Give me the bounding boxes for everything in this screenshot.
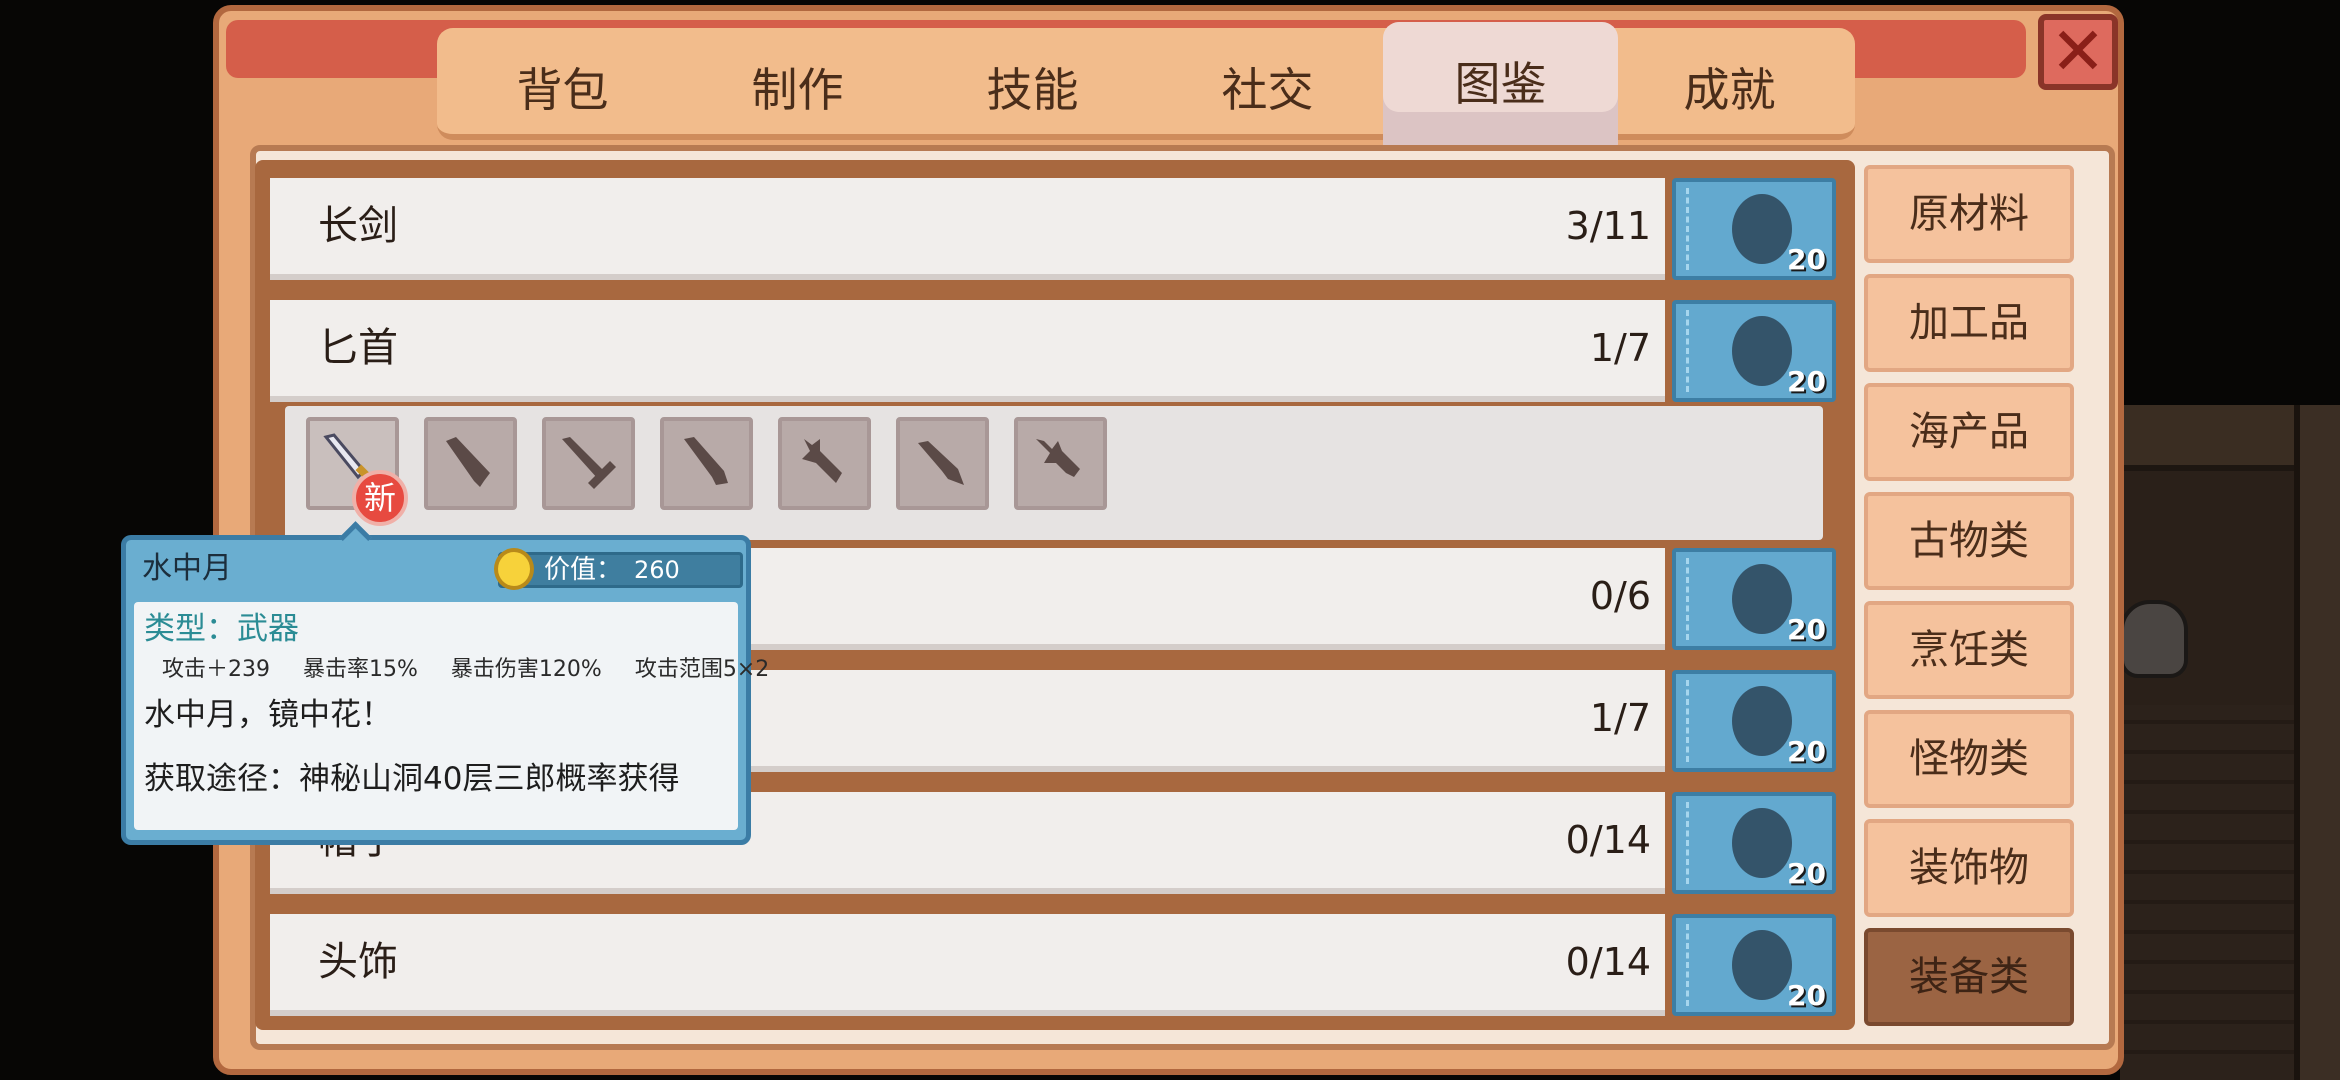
item-value: 260 [634,556,680,584]
background-room [2120,405,2340,1080]
list-item[interactable]: 头饰 0/14 [270,914,1665,1016]
stat-attack-range: 攻击范围5×2 [634,657,770,682]
reward-box[interactable]: 20 [1672,178,1836,280]
item-tooltip: 水中月 价值： 260 类型：武器 攻击＋239 暴击率15% 暴击伤害120%… [121,521,769,845]
category-processed-goods[interactable]: 加工品 [1864,274,2074,372]
category-monsters[interactable]: 怪物类 [1864,710,2074,808]
row-count: 1/7 [1589,696,1651,740]
egg-icon [1732,808,1792,878]
value-label: 价值： [544,555,623,585]
egg-icon [1732,930,1792,1000]
list-item[interactable]: 长剑 3/11 [270,178,1665,280]
row-count: 1/7 [1589,326,1651,370]
dagger-silhouette-icon [917,440,964,485]
row-count: 0/14 [1565,940,1651,984]
row-label: 头饰 [318,939,398,985]
category-raw-materials[interactable]: 原材料 [1864,165,2074,263]
item-slot[interactable] [1014,417,1107,510]
reward-box[interactable]: 20 [1672,548,1836,650]
reward-count: 20 [1787,243,1826,276]
egg-icon [1732,564,1792,634]
stat-crit-damage: 暴击伤害120% [450,657,602,682]
category-antiques[interactable]: 古物类 [1864,492,2074,590]
egg-icon [1732,316,1792,386]
tooltip-body: 类型：武器 攻击＋239 暴击率15% 暴击伤害120% 攻击范围5×2 水中月… [134,602,769,830]
item-slot[interactable] [542,417,635,510]
egg-icon [1732,686,1792,756]
dagger-silhouette-icon [445,436,490,487]
row-label: 匕首 [318,325,398,371]
item-slot[interactable] [424,417,517,510]
tab-achievements[interactable]: 成就 [1612,28,1847,148]
wooden-pillar [2294,405,2340,1080]
tab-skills[interactable]: 技能 [915,28,1150,148]
dagger-silhouette-icon [801,438,842,483]
row-count: 0/6 [1589,574,1651,618]
row-label: 长剑 [318,203,398,249]
reward-box[interactable]: 20 [1672,914,1836,1016]
reward-box[interactable]: 20 [1672,792,1836,894]
reward-count: 20 [1787,857,1826,890]
coin-icon [494,548,534,590]
item-stats: 攻击＋239 暴击率15% 暴击伤害120% 攻击范围5×2 [162,654,795,686]
item-type: 类型：武器 [144,611,299,647]
stat-attack: 攻击＋239 [162,657,270,682]
item-slot[interactable] [896,417,989,510]
close-button[interactable]: ✕ [2038,14,2118,90]
new-badge: 新 [352,470,408,526]
reward-count: 20 [1787,365,1826,398]
close-x-icon: ✕ [2050,13,2106,90]
reward-count: 20 [1787,735,1826,768]
reward-count: 20 [1787,613,1826,646]
tab-backpack[interactable]: 背包 [445,28,680,148]
item-slot[interactable] [778,417,871,510]
dagger-silhouette-icon [1035,438,1080,477]
item-source: 获取途径：神秘山洞40层三郎概率获得 [144,761,680,797]
clay-pot [2120,600,2188,678]
dagger-silhouette-icon [683,436,728,485]
reward-box[interactable]: 20 [1672,670,1836,772]
dagger-silhouette-icon [561,436,616,489]
tab-social[interactable]: 社交 [1150,28,1385,148]
egg-icon [1732,194,1792,264]
reward-count: 20 [1787,979,1826,1012]
row-count: 3/11 [1565,204,1651,248]
category-equipment[interactable]: 装备类 [1864,928,2074,1026]
category-decorations[interactable]: 装饰物 [1864,819,2074,917]
category-cooking[interactable]: 烹饪类 [1864,601,2074,699]
tab-crafting[interactable]: 制作 [680,28,915,148]
item-description: 水中月，镜中花！ [144,697,392,733]
tab-encyclopedia[interactable]: 图鉴 [1383,22,1618,158]
item-slot[interactable] [660,417,753,510]
wall-panel [2120,705,2300,1080]
row-count: 0/14 [1565,818,1651,862]
list-item[interactable]: 匕首 1/7 [270,300,1665,402]
reward-box[interactable]: 20 [1672,300,1836,402]
item-name: 水中月 [142,551,232,586]
stat-crit-rate: 暴击率15% [303,657,418,682]
category-seafood[interactable]: 海产品 [1864,383,2074,481]
